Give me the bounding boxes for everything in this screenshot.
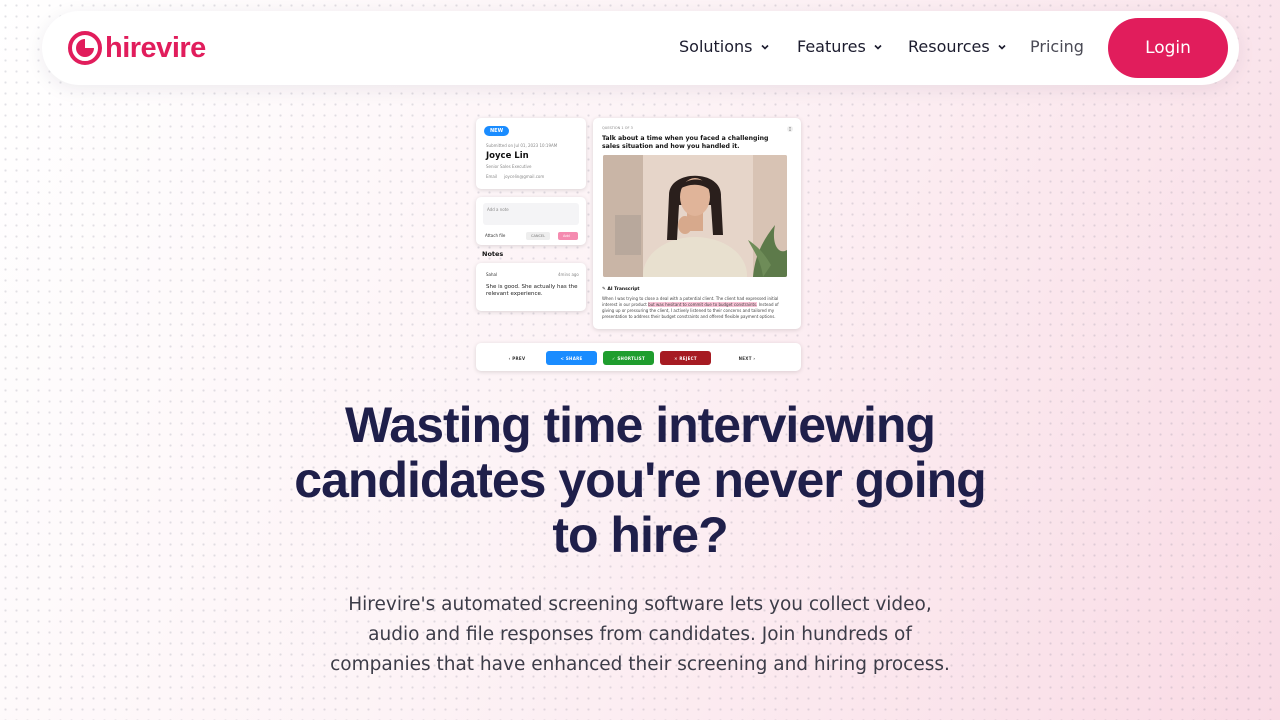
attach-file-link[interactable]: Attach file bbox=[485, 233, 505, 238]
ai-transcript: When I was trying to close a deal with a… bbox=[602, 296, 790, 320]
note-author: Sahal bbox=[486, 272, 498, 277]
hero-title: Wasting time interviewing candidates you… bbox=[294, 397, 986, 563]
chevron-down-icon bbox=[760, 44, 769, 50]
prev-label: PREV bbox=[512, 355, 526, 361]
nav-resources-label: Resources bbox=[908, 37, 990, 56]
nav-features-label: Features bbox=[797, 37, 866, 56]
more-icon[interactable] bbox=[787, 126, 793, 132]
candidate-card: NEW Submitted on Jul 01, 2023 10:19AM Jo… bbox=[476, 118, 586, 189]
status-badge: NEW bbox=[484, 126, 510, 136]
nav-solutions-label: Solutions bbox=[679, 37, 753, 56]
notes-heading: Notes bbox=[482, 250, 504, 258]
note-time: 4mins ago bbox=[558, 272, 579, 277]
share-button[interactable]: < SHARE bbox=[546, 351, 597, 365]
next-label: NEXT bbox=[738, 355, 752, 361]
navbar: hirevire Solutions Features Resources Pr… bbox=[42, 11, 1239, 85]
brand-name: hirevire bbox=[105, 31, 206, 64]
video-player[interactable] bbox=[603, 155, 787, 277]
next-icon: › bbox=[751, 355, 756, 361]
question-counter: QUESTION 1 OF 3 bbox=[602, 126, 633, 130]
next-button[interactable]: NEXT › bbox=[726, 351, 768, 365]
note-text: She is good. She actually has the releva… bbox=[486, 284, 578, 297]
share-label: SHARE bbox=[565, 355, 583, 361]
nav-pricing[interactable]: Pricing bbox=[1030, 37, 1084, 56]
candidate-email: joycelin@gmail.com bbox=[504, 174, 545, 179]
chevron-down-icon bbox=[998, 44, 1006, 50]
nav-solutions[interactable]: Solutions bbox=[679, 37, 770, 56]
transcript-highlight: but was hesitant to commit due to budget… bbox=[648, 302, 758, 307]
nav-pricing-label: Pricing bbox=[1030, 37, 1084, 56]
login-button[interactable]: Login bbox=[1108, 18, 1228, 78]
response-card: QUESTION 1 OF 3 Talk about a time when y… bbox=[593, 118, 801, 329]
chevron-down-icon bbox=[874, 44, 882, 50]
candidate-name: Joyce Lin bbox=[486, 151, 529, 161]
add-note-card: Add a note Attach file CANCEL Add bbox=[476, 197, 586, 245]
add-note-button[interactable]: Add bbox=[558, 232, 578, 240]
logo-icon bbox=[68, 31, 102, 65]
candidate-role: Senior Sales Executive bbox=[486, 164, 532, 169]
hero-subtitle: Hirevire's automated screening software … bbox=[330, 594, 950, 675]
shortlist-button[interactable]: ✓ SHORTLIST bbox=[603, 351, 654, 365]
reject-button[interactable]: ✕ REJECT bbox=[660, 351, 711, 365]
shortlist-label: SHORTLIST bbox=[617, 355, 645, 361]
note-placeholder: Add a note bbox=[487, 207, 509, 212]
question-title: Talk about a time when you faced a chall… bbox=[602, 135, 769, 150]
nav-features[interactable]: Features bbox=[797, 37, 883, 56]
note-card: Sahal 4mins ago She is good. She actuall… bbox=[476, 263, 586, 311]
cancel-button[interactable]: CANCEL bbox=[526, 232, 551, 240]
prev-button[interactable]: ‹ PREV bbox=[496, 351, 538, 365]
transcript-heading-label: AI Transcript bbox=[607, 287, 640, 292]
nav-resources[interactable]: Resources bbox=[908, 37, 1007, 56]
candidate-video-frame bbox=[603, 155, 787, 277]
brand-logo[interactable]: hirevire bbox=[68, 31, 206, 65]
transcript-heading: ✎ AI Transcript bbox=[602, 287, 640, 292]
email-label: Email bbox=[486, 174, 498, 179]
reject-label: REJECT bbox=[679, 355, 697, 361]
note-input[interactable]: Add a note bbox=[483, 203, 579, 225]
product-mockup: NEW Submitted on Jul 01, 2023 10:19AM Jo… bbox=[476, 118, 801, 373]
submitted-date: Submitted on Jul 01, 2023 10:19AM bbox=[486, 143, 558, 148]
